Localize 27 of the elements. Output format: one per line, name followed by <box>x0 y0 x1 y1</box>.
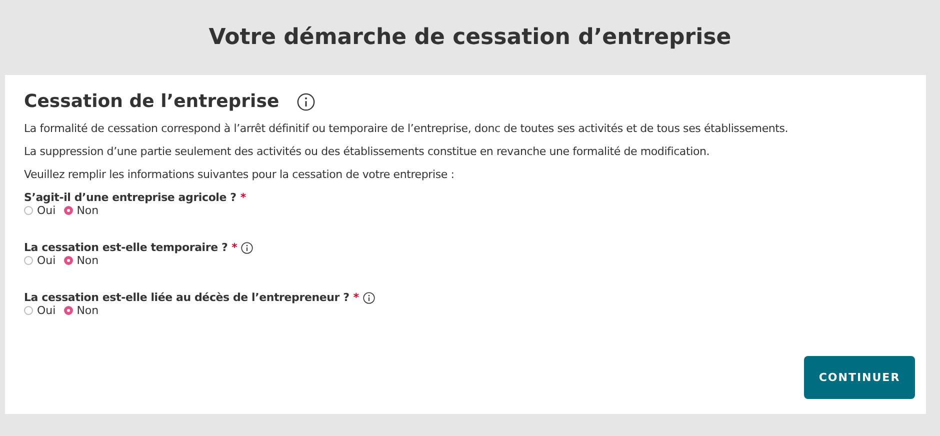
paragraph: La formalité de cessation correspond à l’arrêt définitif ou temporaire de l’entreprise, donc de toutes ses activités et de tous ses établissements. <box>24 122 790 135</box>
continue-button[interactable]: CONTINUER <box>804 356 915 399</box>
info-icon[interactable] <box>241 242 254 254</box>
radio-option[interactable]: Non <box>64 304 99 317</box>
info-icon[interactable] <box>363 292 376 304</box>
radio-icon[interactable] <box>64 206 73 215</box>
required-asterisk: * <box>240 191 246 204</box>
radio-option[interactable]: Non <box>64 204 99 217</box>
required-asterisk: * <box>232 241 238 254</box>
radio-option[interactable]: Oui <box>24 304 56 317</box>
radio-icon[interactable] <box>64 306 73 315</box>
question-label: S’agit-il d’une entreprise agricole ? <box>24 191 236 204</box>
radio-icon[interactable] <box>24 256 33 265</box>
question-label: La cessation est-elle liée au décès de l’entrepreneur ? <box>24 291 350 304</box>
radio-option[interactable]: Oui <box>24 254 56 267</box>
section-title: Cessation de l’entreprise <box>24 91 280 112</box>
required-asterisk: * <box>353 291 360 304</box>
radio-icon[interactable] <box>64 256 73 265</box>
radio-icon[interactable] <box>24 206 33 215</box>
page-title: Votre démarche de cessation d’entreprise <box>208 24 732 52</box>
question-label: La cessation est-elle temporaire ? <box>24 241 228 254</box>
radio-option[interactable]: Oui <box>24 204 56 217</box>
radio-icon[interactable] <box>24 306 33 315</box>
paragraph: Veuillez remplir les informations suivantes pour la cessation de votre entreprise : <box>24 168 456 181</box>
radio-option[interactable]: Non <box>64 254 99 267</box>
info-icon[interactable] <box>297 92 316 110</box>
paragraph: La suppression d’une partie seulement des activités ou des établissements constitue en revanche une formalité de modification. <box>24 145 711 158</box>
